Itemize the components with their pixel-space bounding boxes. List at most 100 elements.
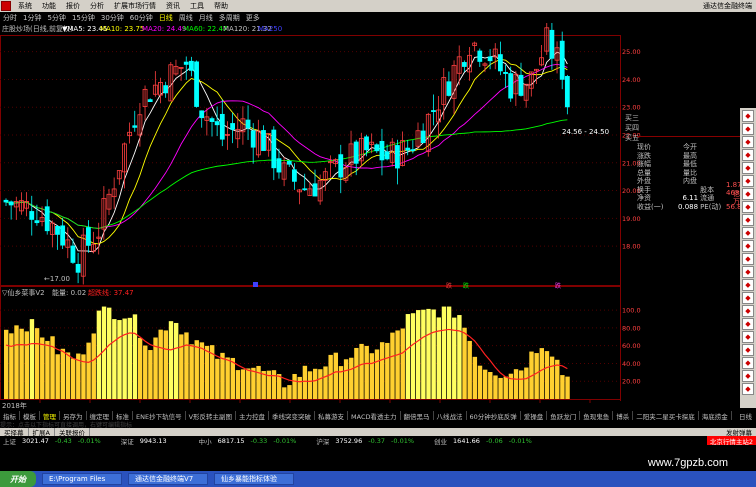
indicator-tab[interactable]: 鱼跃龙门 [547, 411, 581, 420]
indicator-tab[interactable]: 指标 [0, 411, 20, 420]
indicator-tab[interactable]: 爱操盘 [521, 411, 548, 420]
ticker-label: 上证 [3, 437, 16, 446]
energy-bar [374, 349, 380, 399]
indicator-tab[interactable]: 主力控盘 [236, 411, 270, 420]
period-timeline[interactable]: 分时 [0, 13, 20, 23]
chart-canvas[interactable]: 庄股炒场(日线,前复权) ▼MA5: 23.45 MA10: 23.75 MA2… [0, 12, 740, 418]
candle-body [44, 206, 50, 232]
side-button[interactable]: ◆ [742, 201, 754, 213]
indicator-tab[interactable]: 二阳夹二星买卡探底 [633, 411, 699, 420]
period-multi[interactable]: 多周期 [216, 13, 243, 23]
ticker-change: -0.37 [368, 436, 386, 445]
marker-label-2: 跌 [463, 282, 469, 290]
indicator-tab[interactable]: 翻倍黑马 [401, 411, 434, 420]
task-explorer[interactable]: E:\Program Files [42, 473, 122, 485]
ma60-label: MA60: 22.47 [183, 25, 227, 33]
candle-body [364, 136, 369, 151]
side-button[interactable]: ◆ [742, 227, 754, 239]
energy-bar [416, 310, 421, 399]
side-button[interactable]: ◆ [742, 344, 754, 356]
candle-body [29, 211, 35, 220]
period-5min[interactable]: 5分钟 [44, 13, 68, 23]
period-60min[interactable]: 60分钟 [127, 13, 156, 23]
side-button[interactable]: ◆ [742, 292, 754, 304]
task-tdx[interactable]: 通达信金融终端V7 [128, 473, 208, 485]
indicator-tab[interactable]: 私募游支 [315, 411, 349, 420]
side-button[interactable]: ◆ [742, 162, 754, 174]
side-button[interactable]: ◆ [742, 240, 754, 252]
menu-info[interactable]: 资讯 [161, 1, 185, 11]
menu-extended-market[interactable]: 扩展市场行情 [109, 1, 161, 11]
side-button[interactable]: ◆ [742, 253, 754, 265]
server-status[interactable]: 北京行情主站2 [706, 436, 756, 445]
candle-body [559, 40, 565, 80]
indicator-tab[interactable]: ENE抄下轨信号 [133, 411, 186, 420]
bottom-tab-3[interactable]: 关联报价 [55, 428, 90, 436]
menu-system[interactable]: 系统 [13, 1, 37, 11]
energy-bar [519, 370, 524, 399]
side-button[interactable]: ◆ [742, 136, 754, 148]
candle-body [183, 61, 189, 65]
side-button[interactable]: ◆ [742, 188, 754, 200]
indicator-tab[interactable]: 海底捞金 [699, 411, 732, 420]
candlesticks [3, 12, 570, 285]
bottom-tab-2[interactable]: 扩展A [29, 428, 55, 436]
menu-help[interactable]: 帮助 [209, 1, 233, 11]
indicator-tab[interactable]: 博杀 [613, 411, 634, 420]
side-button[interactable]: ◆ [742, 214, 754, 226]
energy-bar [199, 342, 205, 399]
task-indicator[interactable]: 仙乡暴能指标体验 [214, 473, 294, 485]
period-more[interactable]: 更多 [243, 13, 263, 23]
chart-panel[interactable]: 庄股炒场(日线,前复权) ▼MA5: 23.45 MA10: 23.75 MA2… [0, 12, 740, 418]
menu-function[interactable]: 功能 [37, 1, 61, 11]
indicator-tab[interactable]: MACD看透主力 [348, 411, 401, 420]
energy-bar [544, 351, 550, 399]
side-button[interactable]: ◆ [742, 123, 754, 135]
indicator-tab[interactable]: 60分钟抄底反弹 [467, 411, 521, 420]
period-weekly[interactable]: 周线 [176, 13, 196, 23]
candle-body [245, 119, 251, 129]
side-button[interactable]: ◆ [742, 175, 754, 187]
side-button[interactable]: ◆ [742, 149, 754, 161]
energy-bar [369, 353, 375, 399]
side-button[interactable]: ◆ [742, 305, 754, 317]
side-button[interactable]: ◆ [742, 318, 754, 330]
indicator-tab[interactable]: V形反转主副图 [186, 411, 237, 420]
period-15min[interactable]: 15分钟 [69, 13, 98, 23]
side-button[interactable]: ◆ [742, 279, 754, 291]
bottom-tab-1[interactable]: 买择幕 [0, 428, 29, 436]
candle-body [410, 149, 416, 152]
indicator-tab[interactable]: 八线战法 [434, 411, 467, 420]
ticker-label: 深证 [120, 437, 134, 446]
indicator-tab[interactable]: 模板 [20, 411, 40, 420]
side-button[interactable]: ◆ [742, 383, 754, 395]
period-daily[interactable]: 日线 [156, 13, 176, 23]
period-monthly[interactable]: 月线 [196, 13, 216, 23]
side-button[interactable]: ◆ [742, 331, 754, 343]
indicator-tab[interactable]: 标准 [113, 411, 133, 420]
side-button[interactable]: ◆ [742, 110, 754, 122]
menu-quote[interactable]: 报价 [61, 1, 85, 11]
side-button[interactable]: ◆ [742, 266, 754, 278]
menu-analysis[interactable]: 分析 [85, 1, 109, 11]
side-button[interactable]: ◆ [742, 370, 754, 382]
start-button[interactable]: 开始 [0, 471, 36, 487]
indicator-tab[interactable]: 管理 [40, 411, 60, 420]
app-icon[interactable] [1, 1, 11, 11]
indicator-tab-bar: 指标 模板 管理 另存为 缠定理 标准 ENE抄下轨信号 V形反转主副图 主力控盘 季线突变突破私… [0, 411, 756, 420]
indicator-tab[interactable]: 缠定理 [87, 411, 113, 420]
energy-bar [184, 332, 189, 399]
period-1min[interactable]: 1分钟 [20, 13, 44, 23]
desktop-area [0, 445, 756, 471]
energy-bar [318, 369, 323, 399]
quote-row: 收益(一) 0.088 PE(动) 56.8 [637, 203, 742, 212]
indicator-tab[interactable]: 另存为 [60, 411, 87, 420]
indicator-tab[interactable]: 鱼现鬼鱼 [580, 411, 614, 420]
period-30min[interactable]: 30分钟 [98, 13, 127, 23]
indicator-tab[interactable]: 季线突变突破 [269, 411, 316, 420]
side-button[interactable]: ◆ [742, 357, 754, 369]
danmaku-button[interactable]: 发射弹幕 [726, 428, 756, 436]
menu-tools[interactable]: 工具 [185, 1, 209, 11]
period-bar: 分时 1分钟 5分钟 15分钟 30分钟 60分钟 日线 周线 月线 多周期 更… [0, 12, 756, 23]
candle-body [353, 141, 359, 164]
